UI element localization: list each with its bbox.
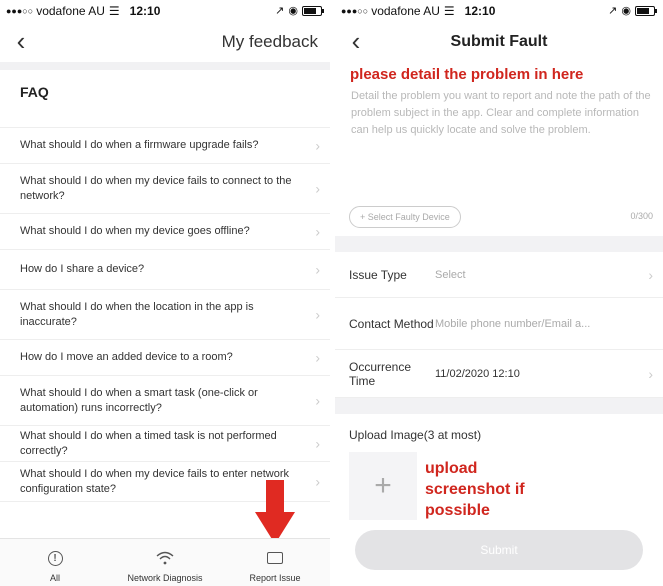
chevron-right-icon: › (315, 473, 320, 489)
nav-bar: ‹ My feedback (0, 22, 330, 62)
chevron-right-icon: › (315, 137, 320, 153)
faq-item[interactable]: What should I do when a firmware upgrade… (0, 128, 330, 164)
problem-description-textarea[interactable]: Detail the problem you want to report an… (351, 88, 651, 139)
tab-label: Report Issue (249, 573, 301, 583)
issue-type-row[interactable]: Issue Type Select › (335, 252, 663, 298)
plus-icon: + (374, 469, 392, 502)
issue-type-select[interactable]: Select (435, 269, 466, 281)
location-icon: ↗ (275, 5, 285, 17)
faq-question: What should I do when a smart task (one-… (20, 386, 258, 414)
chevron-right-icon: › (648, 365, 653, 382)
annotation-upload-screenshot: upload screenshot if possible (425, 460, 525, 519)
contact-method-input[interactable]: Mobile phone number/Email a... (435, 318, 590, 330)
page-title: Submit Fault (450, 33, 548, 50)
faq-question: What should I do when the location in th… (20, 300, 254, 328)
red-down-arrow-annotation (255, 480, 295, 544)
tab-report-issue[interactable]: Report Issue (220, 539, 330, 586)
faq-question: How do I share a device? (20, 263, 145, 275)
chevron-right-icon: › (315, 223, 320, 239)
wifi-icon (156, 549, 174, 567)
submit-button[interactable]: Submit (355, 530, 643, 570)
battery-icon (302, 5, 324, 16)
wifi-status-icon: ☰ (443, 4, 455, 18)
alarm-icon: ◉ (288, 5, 298, 17)
tab-all[interactable]: ! All (0, 539, 110, 586)
faq-item[interactable]: How do I share a device? › (0, 250, 330, 290)
character-counter: 0/300 (630, 211, 653, 221)
chevron-right-icon: › (315, 261, 320, 277)
info-circle-icon: ! (47, 549, 63, 567)
upload-image-label: Upload Image(3 at most) (349, 428, 482, 442)
issue-type-label: Issue Type (349, 267, 407, 282)
section-separator (0, 62, 330, 70)
chevron-right-icon: › (315, 349, 320, 365)
signal-dots-icon: ●●●○○ (341, 6, 369, 16)
faq-item[interactable]: How do I move an added device to a room?… (0, 340, 330, 376)
carrier-label: vodafone AU (36, 4, 105, 18)
faq-item[interactable]: What should I do when the location in th… (0, 290, 330, 340)
chat-bubble-icon (267, 549, 283, 567)
signal-dots-icon: ●●●○○ (6, 6, 34, 16)
tab-label: Network Diagnosis (127, 573, 203, 583)
clock: 12:10 (129, 4, 161, 18)
add-image-button[interactable]: + (349, 452, 417, 520)
back-chevron-icon[interactable]: ‹ (345, 26, 367, 56)
location-icon: ↗ (608, 5, 618, 17)
select-faulty-device-button[interactable]: + Select Faulty Device (349, 206, 461, 228)
faq-item[interactable]: What should I do when my device fails to… (0, 164, 330, 214)
chevron-right-icon: › (315, 180, 320, 196)
annotation-detail-problem: please detail the problem in here (350, 66, 584, 83)
faq-heading: FAQ (0, 70, 330, 128)
section-separator (335, 398, 663, 414)
back-chevron-icon[interactable]: ‹ (10, 26, 32, 56)
occurrence-time-label: Occurrence Time (349, 359, 412, 388)
occurrence-time-row[interactable]: Occurrence Time 11/02/2020 12:10 › (335, 350, 663, 398)
status-bar: ●●●○○ vodafone AU ☰ 12:10 ↗ ◉ (0, 0, 330, 22)
clock: 12:10 (464, 4, 496, 18)
tab-network-diagnosis[interactable]: Network Diagnosis (110, 539, 220, 586)
faq-question: What should I do when my device fails to… (20, 467, 290, 495)
alarm-icon: ◉ (621, 5, 631, 17)
occurrence-time-value[interactable]: 11/02/2020 12:10 (435, 368, 520, 380)
contact-method-row[interactable]: Contact Method Mobile phone number/Email… (335, 298, 663, 350)
chevron-right-icon: › (315, 306, 320, 322)
wifi-status-icon: ☰ (108, 4, 120, 18)
carrier-label: vodafone AU (371, 4, 440, 18)
faq-item[interactable]: What should I do when a timed task is no… (0, 426, 330, 462)
submit-fault-screen: ●●●○○ vodafone AU ☰ 12:10 ↗ ◉ ‹ Submit F… (335, 0, 663, 586)
battery-icon (635, 5, 657, 16)
faq-item[interactable]: What should I do when a smart task (one-… (0, 376, 330, 426)
faq-question: What should I do when a timed task is no… (20, 429, 277, 457)
faq-list: What should I do when a firmware upgrade… (0, 128, 330, 502)
faq-question: How do I move an added device to a room? (20, 351, 233, 363)
faq-question: What should I do when my device fails to… (20, 174, 292, 202)
contact-method-label: Contact Method (349, 316, 434, 331)
my-feedback-screen: ●●●○○ vodafone AU ☰ 12:10 ↗ ◉ ‹ My feedb… (0, 0, 330, 586)
section-separator (335, 236, 663, 252)
nav-bar: ‹ Submit Fault (335, 22, 663, 62)
faq-question: What should I do when my device goes off… (20, 225, 250, 237)
bottom-tab-bar: ! All Network Diagnosis Report Issue (0, 538, 330, 586)
status-bar: ●●●○○ vodafone AU ☰ 12:10 ↗ ◉ (335, 0, 663, 22)
page-title: My feedback (221, 32, 318, 51)
chevron-right-icon: › (315, 435, 320, 451)
chevron-right-icon: › (648, 266, 653, 283)
faq-item[interactable]: What should I do when my device goes off… (0, 214, 330, 250)
faq-question: What should I do when a firmware upgrade… (20, 139, 259, 151)
tab-label: All (49, 573, 60, 583)
chevron-right-icon: › (315, 392, 320, 408)
